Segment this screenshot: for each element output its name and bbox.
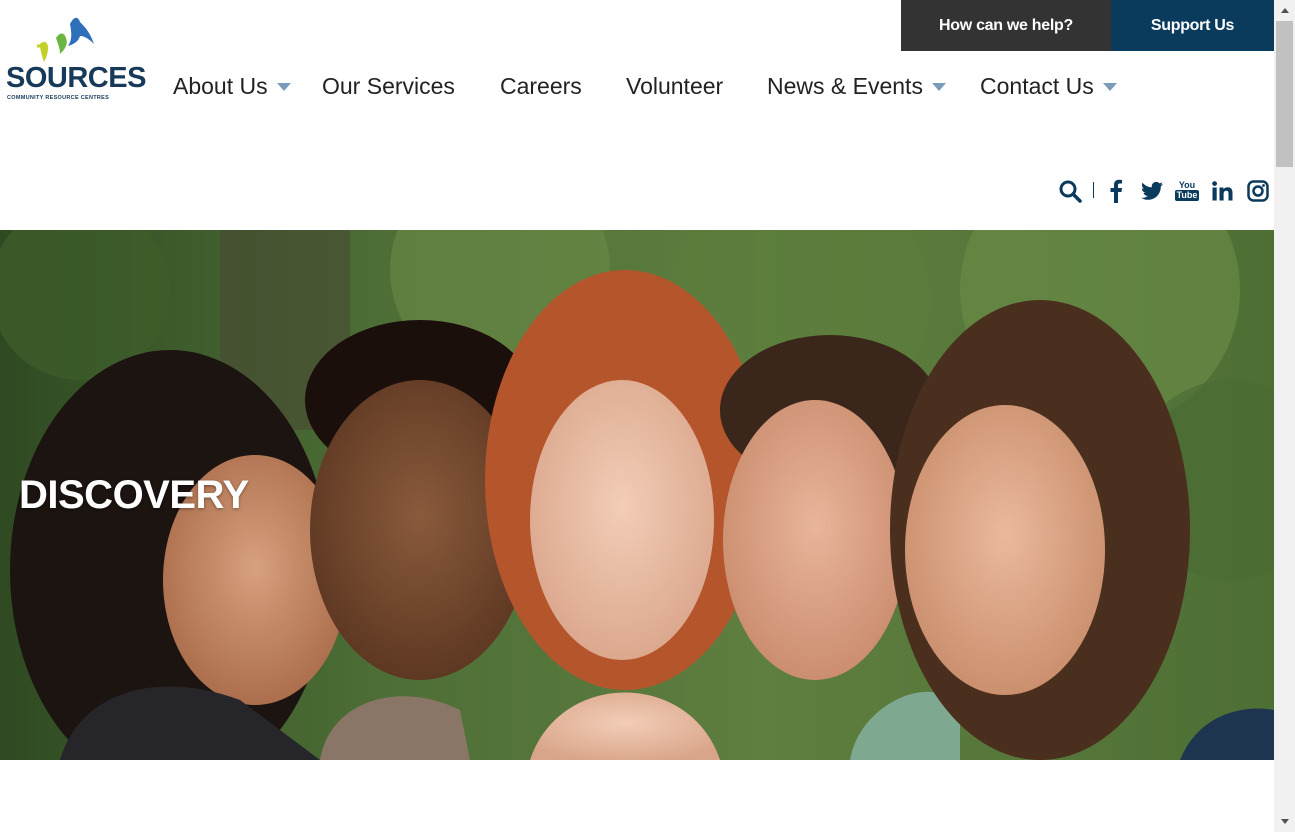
nav-item-label: Contact Us xyxy=(980,72,1094,99)
vertical-scrollbar[interactable] xyxy=(1274,0,1295,832)
linkedin-icon[interactable] xyxy=(1211,176,1233,206)
nav-item-label: News & Events xyxy=(767,72,923,99)
nav-item-about-us[interactable]: About Us xyxy=(173,66,291,106)
nav-item-label: Careers xyxy=(500,72,582,99)
nav-item-label: Volunteer xyxy=(626,72,724,99)
search-icon[interactable] xyxy=(1058,176,1082,206)
birds-logo-icon xyxy=(37,17,94,62)
site-header: SOURCES COMMUNITY RESOURCE CENTRES How c… xyxy=(0,0,1274,230)
support-us-button[interactable]: Support Us xyxy=(1111,0,1274,51)
nav-item-news-events[interactable]: News & Events xyxy=(767,66,946,106)
nav-item-careers[interactable]: Careers xyxy=(500,66,582,106)
logo-tagline: COMMUNITY RESOURCE CENTRES xyxy=(7,95,110,101)
chevron-down-icon[interactable] xyxy=(1102,83,1117,91)
divider xyxy=(1093,182,1094,198)
nav-item-contact-us[interactable]: Contact Us xyxy=(980,66,1117,106)
nav-item-volunteer[interactable]: Volunteer xyxy=(626,66,723,106)
scroll-up-arrow-icon[interactable] xyxy=(1274,0,1295,21)
facebook-icon[interactable] xyxy=(1108,176,1124,206)
logo-wordmark: SOURCES xyxy=(6,62,146,94)
how-can-we-help-button[interactable]: How can we help? xyxy=(901,0,1111,51)
chevron-down-icon[interactable] xyxy=(276,83,291,91)
chevron-down-icon[interactable] xyxy=(931,83,946,91)
page: SOURCES COMMUNITY RESOURCE CENTRES How c… xyxy=(0,0,1274,832)
scroll-down-arrow-icon[interactable] xyxy=(1274,811,1295,832)
nav-item-our-services[interactable]: Our Services xyxy=(322,66,455,106)
site-logo[interactable]: SOURCES COMMUNITY RESOURCE CENTRES xyxy=(4,14,146,104)
scrollbar-thumb[interactable] xyxy=(1276,21,1293,167)
hero-banner: DISCOVERY xyxy=(0,230,1274,760)
youtube-icon[interactable]: You Tube xyxy=(1174,176,1200,206)
nav-item-label: Our Services xyxy=(322,72,455,99)
twitter-icon[interactable] xyxy=(1140,176,1164,206)
hero-title: DISCOVERY xyxy=(19,473,249,517)
nav-item-label: About Us xyxy=(173,72,268,99)
instagram-icon[interactable] xyxy=(1247,176,1269,206)
